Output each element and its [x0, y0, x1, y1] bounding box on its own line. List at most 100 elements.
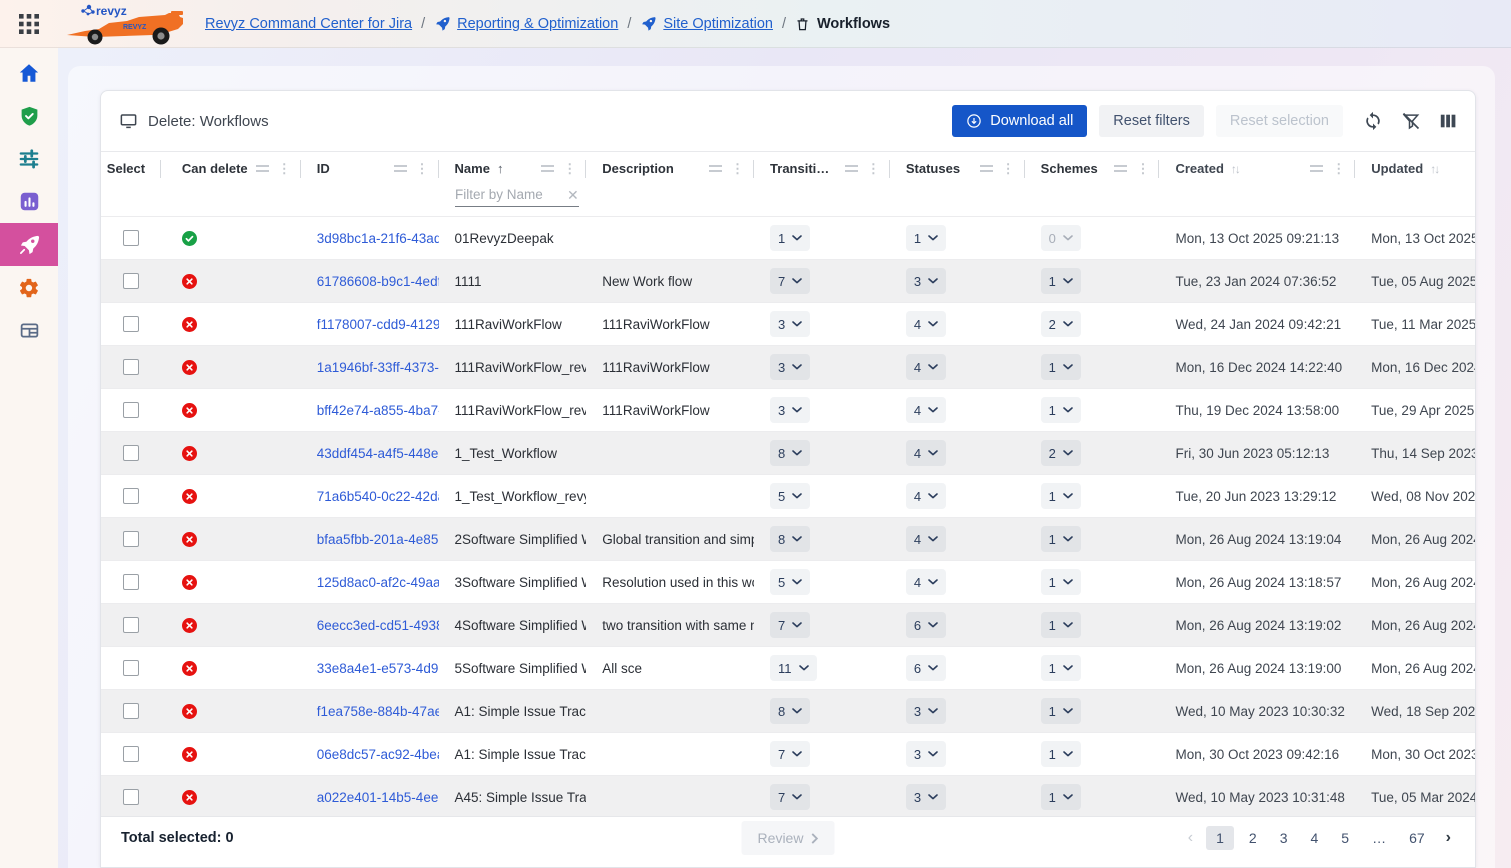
filter-handle-icon[interactable]	[394, 165, 407, 172]
app-grid-icon[interactable]	[0, 13, 58, 35]
sidebar-item-analytics[interactable]	[0, 180, 58, 223]
row-checkbox[interactable]	[123, 531, 139, 547]
transitions-dropdown[interactable]: 1	[770, 225, 810, 251]
workflow-id-link[interactable]: bff42e74-a855-4ba7-8	[317, 403, 439, 418]
schemes-dropdown[interactable]: 1	[1041, 784, 1081, 810]
pagination-page-2[interactable]: 2	[1241, 826, 1265, 850]
schemes-dropdown[interactable]: 1	[1041, 397, 1081, 423]
pagination-page-5[interactable]: 5	[1333, 826, 1357, 850]
transitions-dropdown[interactable]: 3	[770, 354, 810, 380]
workflow-id-link[interactable]: 43ddf454-a4f5-448e-a	[317, 446, 439, 461]
statuses-dropdown[interactable]: 4	[906, 354, 946, 380]
schemes-dropdown[interactable]: 1	[1041, 526, 1081, 552]
schemes-dropdown[interactable]: 1	[1041, 354, 1081, 380]
schemes-dropdown[interactable]: 1	[1041, 698, 1081, 724]
column-header-can-delete[interactable]: Can delete ⋮	[161, 152, 301, 185]
transitions-dropdown[interactable]: 3	[770, 311, 810, 337]
column-menu-icon[interactable]: ⋮	[867, 162, 880, 175]
breadcrumb-link-reporting-optimization[interactable]: Reporting & Optimization	[457, 16, 618, 32]
workflow-id-link[interactable]: bfaa5fbb-201a-4e85-9	[317, 532, 439, 547]
row-checkbox[interactable]	[123, 445, 139, 461]
row-checkbox[interactable]	[123, 316, 139, 332]
filter-handle-icon[interactable]	[1114, 165, 1127, 172]
sidebar-item-site-optimization[interactable]	[0, 223, 58, 266]
revyz-logo[interactable]: revyz REVYZ	[58, 1, 193, 47]
statuses-dropdown[interactable]: 4	[906, 440, 946, 466]
workflow-id-link[interactable]: 6eecc3ed-cd51-4938-8	[317, 618, 439, 633]
sidebar-item-home[interactable]	[0, 51, 58, 94]
transitions-dropdown[interactable]: 3	[770, 397, 810, 423]
sidebar-item-controls[interactable]	[0, 137, 58, 180]
column-menu-icon[interactable]: ⋮	[731, 162, 744, 175]
schemes-dropdown[interactable]: 1	[1041, 268, 1081, 294]
column-header-transitions[interactable]: Transitions ⋮	[754, 152, 890, 185]
row-checkbox[interactable]	[123, 703, 139, 719]
pagination-prev-icon[interactable]: ‹	[1182, 829, 1199, 847]
filter-handle-icon[interactable]	[541, 165, 554, 172]
workflow-id-link[interactable]: 61786608-b9c1-4edf-a	[317, 274, 439, 289]
column-menu-icon[interactable]: ⋮	[1002, 162, 1015, 175]
filter-handle-icon[interactable]	[1310, 165, 1323, 172]
statuses-dropdown[interactable]: 3	[906, 741, 946, 767]
filter-handle-icon[interactable]	[256, 165, 269, 172]
pagination-page-1[interactable]: 1	[1206, 826, 1234, 850]
statuses-dropdown[interactable]: 4	[906, 311, 946, 337]
refresh-icon[interactable]	[1363, 111, 1383, 131]
transitions-dropdown[interactable]: 7	[770, 741, 810, 767]
column-header-created[interactable]: Created ↑↓ ⋮	[1159, 152, 1355, 185]
transitions-dropdown[interactable]: 8	[770, 440, 810, 466]
transitions-dropdown[interactable]: 8	[770, 698, 810, 724]
row-checkbox[interactable]	[123, 746, 139, 762]
column-menu-icon[interactable]: ⋮	[278, 162, 291, 175]
reset-filters-button[interactable]: Reset filters	[1099, 105, 1204, 137]
workflow-id-link[interactable]: 33e8a4e1-e573-4d9c-9	[317, 661, 439, 676]
column-menu-icon[interactable]: ⋮	[563, 162, 576, 175]
row-checkbox[interactable]	[123, 617, 139, 633]
sidebar-item-settings[interactable]	[0, 266, 58, 309]
schemes-dropdown[interactable]: 1	[1041, 741, 1081, 767]
row-checkbox[interactable]	[123, 359, 139, 375]
row-checkbox[interactable]	[123, 660, 139, 676]
schemes-dropdown[interactable]: 1	[1041, 569, 1081, 595]
column-menu-icon[interactable]: ⋮	[1136, 162, 1149, 175]
row-checkbox[interactable]	[123, 488, 139, 504]
column-header-id[interactable]: ID ⋮	[301, 152, 439, 185]
pagination-page-3[interactable]: 3	[1272, 826, 1296, 850]
column-menu-icon[interactable]: ⋮	[1332, 162, 1345, 175]
statuses-dropdown[interactable]: 4	[906, 483, 946, 509]
filter-handle-icon[interactable]	[980, 165, 993, 172]
row-checkbox[interactable]	[123, 789, 139, 805]
workflow-id-link[interactable]: f1178007-cdd9-4129-a	[317, 317, 439, 332]
schemes-dropdown[interactable]: 1	[1041, 612, 1081, 638]
column-header-updated[interactable]: Updated ↑↓	[1355, 152, 1475, 185]
pagination-next-icon[interactable]: ›	[1440, 829, 1457, 847]
breadcrumb-link-site-optimization[interactable]: Site Optimization	[663, 16, 773, 32]
workflow-id-link[interactable]: 06e8dc57-ac92-4bea-b	[317, 747, 439, 762]
workflow-id-link[interactable]: 3d98bc1a-21f6-43ad-b	[317, 231, 439, 246]
transitions-dropdown[interactable]: 7	[770, 612, 810, 638]
clear-filter-icon[interactable]: ✕	[567, 188, 579, 202]
transitions-dropdown[interactable]: 8	[770, 526, 810, 552]
sidebar-item-boards[interactable]	[0, 309, 58, 352]
workflow-id-link[interactable]: a022e401-14b5-4ee1-a	[317, 790, 439, 805]
pagination-page-67[interactable]: 67	[1401, 826, 1433, 850]
row-checkbox[interactable]	[123, 574, 139, 590]
name-filter-input[interactable]	[455, 187, 559, 202]
schemes-dropdown[interactable]: 2	[1041, 311, 1081, 337]
statuses-dropdown[interactable]: 4	[906, 569, 946, 595]
statuses-dropdown[interactable]: 3	[906, 268, 946, 294]
schemes-dropdown[interactable]: 1	[1041, 655, 1081, 681]
schemes-dropdown[interactable]: 2	[1041, 440, 1081, 466]
statuses-dropdown[interactable]: 4	[906, 526, 946, 552]
transitions-dropdown[interactable]: 7	[770, 268, 810, 294]
download-all-button[interactable]: Download all	[952, 105, 1087, 137]
column-header-description[interactable]: Description ⋮	[586, 152, 754, 185]
columns-icon[interactable]	[1439, 112, 1457, 130]
filter-handle-icon[interactable]	[845, 165, 858, 172]
row-checkbox[interactable]	[123, 273, 139, 289]
clear-filters-icon[interactable]	[1401, 111, 1421, 131]
column-header-statuses[interactable]: Statuses ⋮	[890, 152, 1025, 185]
column-header-name[interactable]: Name ↑ ⋮	[439, 152, 587, 185]
statuses-dropdown[interactable]: 3	[906, 698, 946, 724]
column-menu-icon[interactable]: ⋮	[416, 162, 429, 175]
